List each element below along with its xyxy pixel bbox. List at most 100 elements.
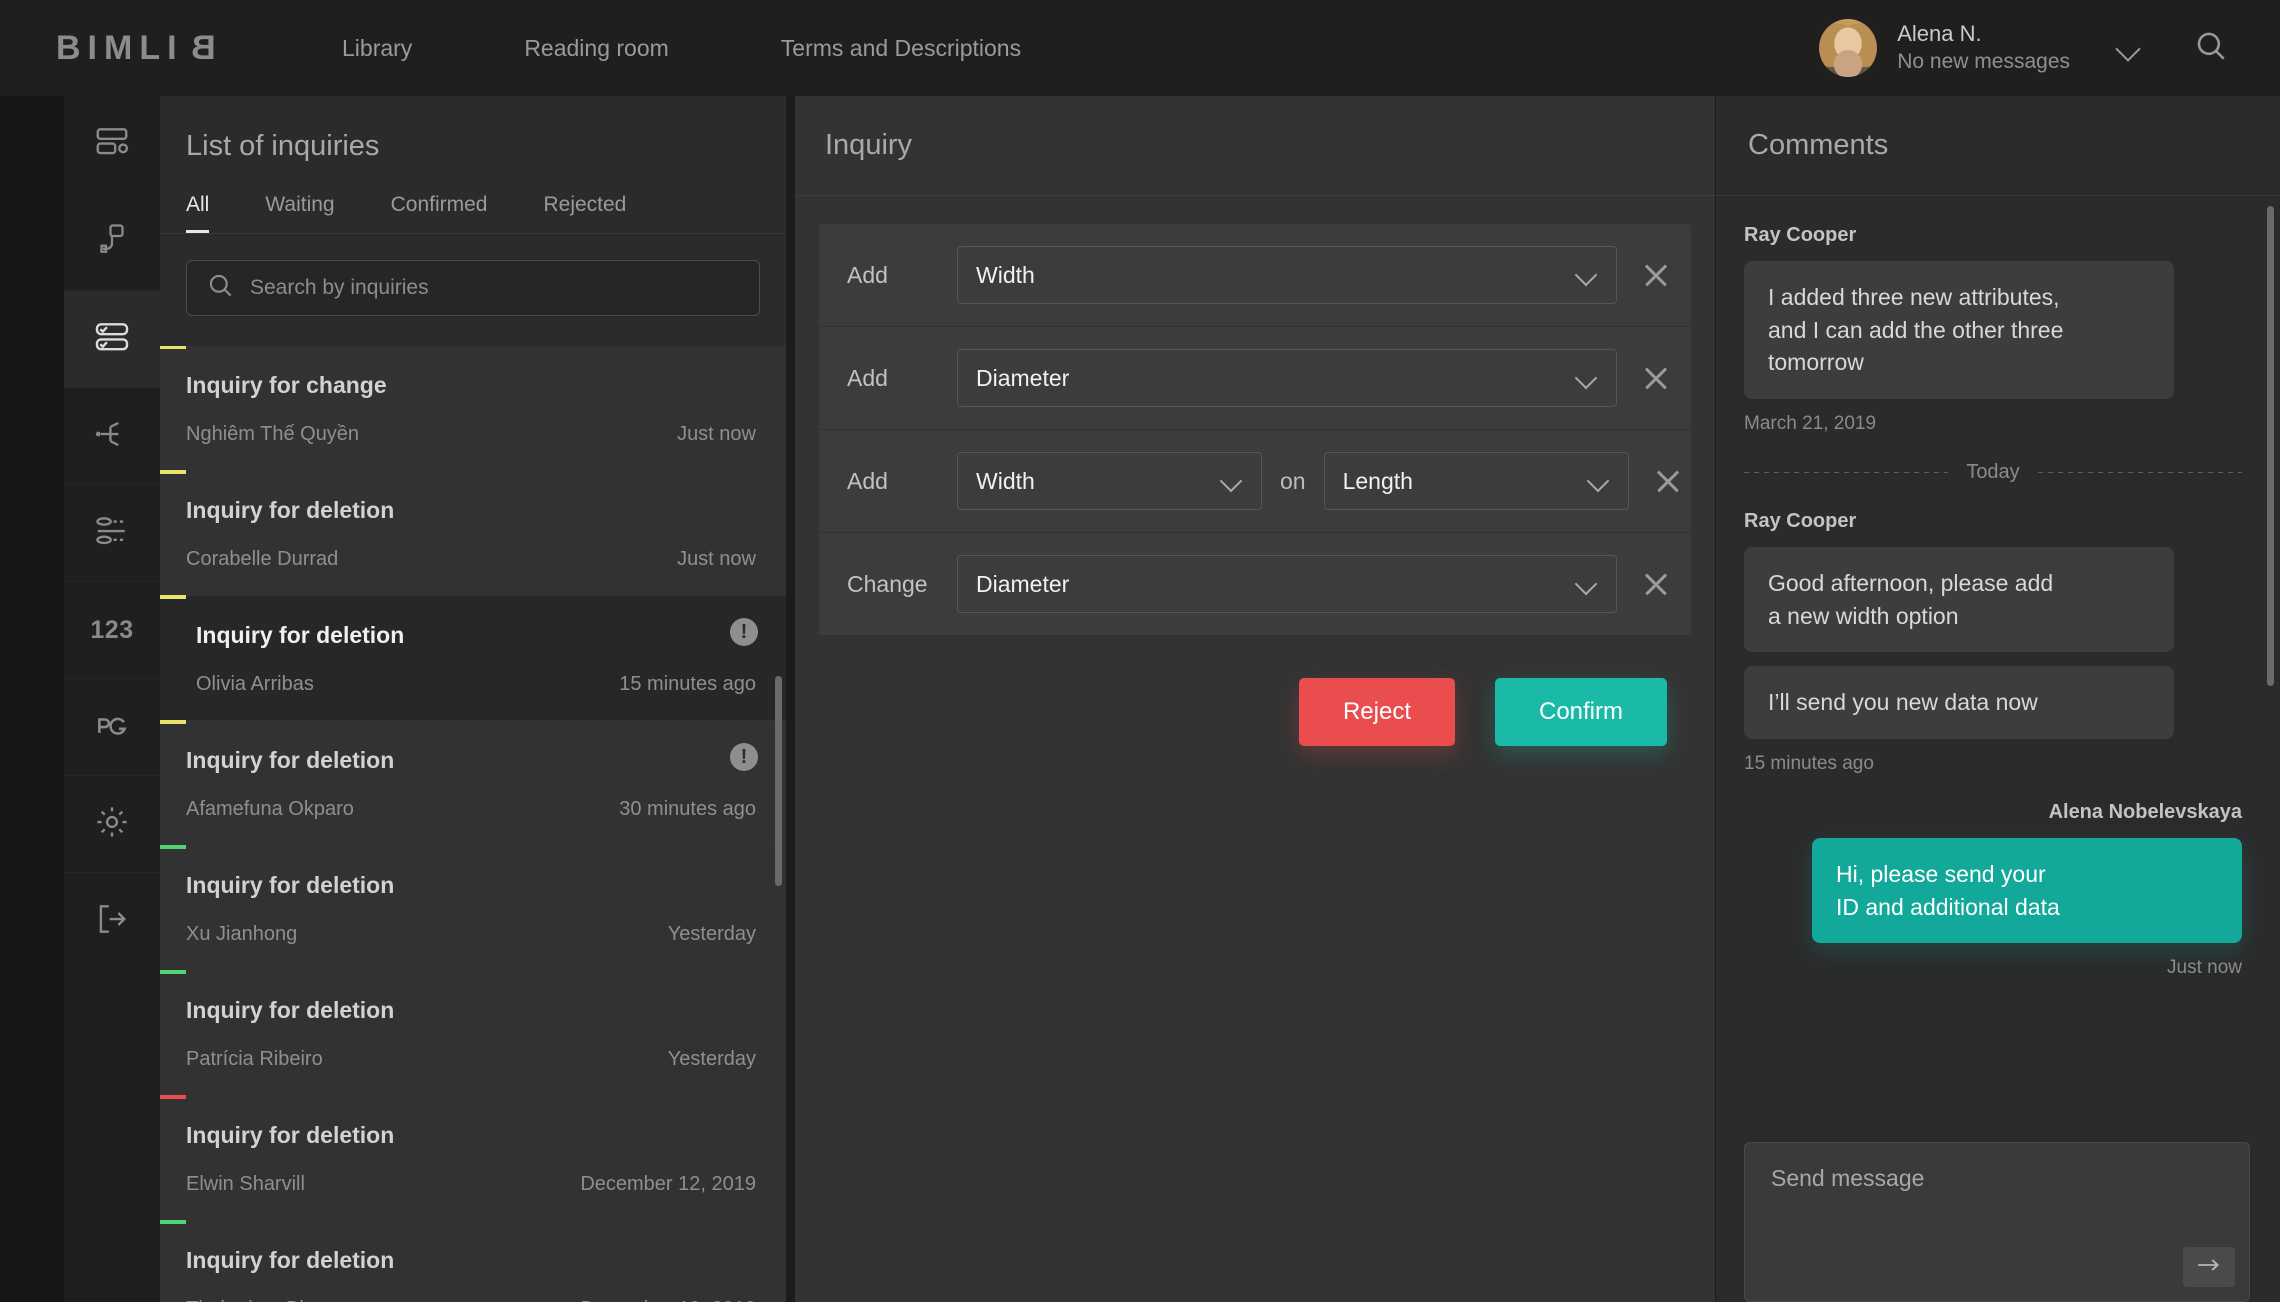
- comment-author: Alena Nobelevskaya: [2048, 800, 2242, 823]
- remove-rule-button[interactable]: [1651, 464, 1685, 498]
- sidebar-item-numbers[interactable]: 123: [64, 581, 160, 678]
- brand-icon: [94, 221, 130, 262]
- sidebar-item-settings[interactable]: [64, 775, 160, 872]
- inquiry-title: Inquiry for deletion: [186, 997, 395, 1023]
- inquiry-rule-row: Change Diameter: [819, 533, 1691, 636]
- user-status: No new messages: [1897, 49, 2070, 73]
- list-item[interactable]: ! Inquiry for deletion Afamefuna Okparo …: [160, 720, 786, 846]
- remove-rule-button[interactable]: [1639, 258, 1673, 292]
- comments-panel: Comments Ray Cooper I added three new at…: [1716, 96, 2280, 1302]
- avatar[interactable]: [1819, 19, 1878, 77]
- sidebar-item-logout[interactable]: [64, 872, 160, 969]
- rule-action-label: Add: [847, 467, 888, 494]
- header-right-cluster: Alena N. No new messages: [1819, 19, 2280, 77]
- inquiry-title: Inquiry for deletion: [186, 1122, 395, 1148]
- inquiry-time: Just now: [677, 548, 756, 570]
- list-item[interactable]: Inquiry for deletion Xu Jianhong Yesterd…: [160, 845, 786, 971]
- attribute-select[interactable]: Diameter: [957, 349, 1617, 407]
- chevron-down-icon[interactable]: [2116, 35, 2142, 61]
- comment-bubble: I added three new attributes, and I can …: [1744, 261, 2174, 399]
- inquiry-rule-row: Add Width on Length: [819, 430, 1691, 533]
- comments-thread[interactable]: Ray Cooper I added three new attributes,…: [1716, 196, 2280, 1142]
- search-placeholder: Search by inquiries: [250, 276, 429, 299]
- logout-icon: [93, 900, 131, 943]
- sidebar-item-list-settings[interactable]: [64, 484, 160, 581]
- inquiry-time: Just now: [677, 423, 756, 445]
- arrow-right-icon: [2196, 1255, 2222, 1280]
- gear-icon: [93, 803, 131, 846]
- inquiry-time: December 12, 2019: [580, 1298, 756, 1302]
- comments-header: Comments: [1716, 96, 2280, 196]
- attribute-select[interactable]: Width: [957, 246, 1617, 304]
- comment-author: Ray Cooper: [1744, 509, 1857, 532]
- list-tabs: All Waiting Confirmed Rejected: [186, 193, 760, 233]
- user-info[interactable]: Alena N. No new messages: [1897, 20, 2070, 75]
- rule-action-label: Change: [847, 570, 928, 597]
- attribute-select[interactable]: Width: [957, 452, 1262, 510]
- nav-item-reading-room[interactable]: Reading room: [468, 35, 724, 62]
- dashboard-icon: [93, 123, 131, 166]
- top-header: BIMLIB Library Reading room Terms and De…: [0, 0, 2280, 96]
- list-item[interactable]: Inquiry for change Nghiêm Thế Quyền Just…: [160, 346, 786, 471]
- inquiries-scroll-area[interactable]: Inquiry for change Nghiêm Thế Quyền Just…: [160, 346, 786, 1302]
- target-select[interactable]: Length: [1323, 452, 1629, 510]
- status-accent: [160, 970, 186, 974]
- inquiry-author: Elwin Sharvill: [186, 1173, 305, 1195]
- inquiry-time: 30 minutes ago: [619, 798, 756, 820]
- remove-rule-button[interactable]: [1639, 567, 1673, 601]
- sidebar-item-hierarchy[interactable]: [64, 387, 160, 484]
- tab-rejected[interactable]: Rejected: [543, 193, 626, 233]
- sidebar-item-brand[interactable]: [64, 193, 160, 290]
- list-item[interactable]: Inquiry for deletion Patrícia Ribeiro Ye…: [160, 970, 786, 1096]
- tab-all[interactable]: All: [186, 193, 210, 233]
- inquiry-actions: Reject Confirm: [795, 636, 1715, 746]
- send-message-button[interactable]: [2183, 1247, 2235, 1287]
- app-logo[interactable]: BIMLIB: [56, 29, 246, 68]
- comment-time: March 21, 2019: [1744, 412, 1877, 434]
- search-icon: [207, 272, 234, 304]
- search-area: Search by inquiries: [160, 234, 786, 346]
- inquiry-rules: Add Width Add Diameter Add Width on Leng…: [795, 196, 1715, 636]
- message-input[interactable]: Send message: [1744, 1142, 2250, 1302]
- status-accent: [160, 595, 186, 599]
- checklist-icon: [93, 318, 131, 361]
- list-settings-icon: [93, 512, 131, 555]
- tab-confirmed[interactable]: Confirmed: [391, 193, 488, 233]
- list-item[interactable]: Inquiry for deletion Corabelle Durrad Ju…: [160, 470, 786, 596]
- confirm-button[interactable]: Confirm: [1494, 678, 1667, 746]
- attribute-select-value: Width: [976, 467, 1035, 494]
- reject-button[interactable]: Reject: [1298, 678, 1455, 746]
- search-input[interactable]: Search by inquiries: [186, 260, 760, 316]
- nav-item-library[interactable]: Library: [286, 35, 468, 62]
- inquiry-title: Inquiry for deletion: [186, 872, 395, 898]
- status-accent: [160, 346, 186, 349]
- tab-waiting[interactable]: Waiting: [265, 193, 334, 233]
- list-scrollbar[interactable]: [775, 676, 782, 886]
- sidebar-item-currency[interactable]: [64, 678, 160, 775]
- comment-bubble-outgoing: Hi, please send your ID and additional d…: [1812, 837, 2242, 944]
- list-item[interactable]: Inquiry for deletion Thakurjeet Bharwana…: [160, 1220, 786, 1302]
- page-title: List of inquiries: [186, 130, 380, 162]
- inquiry-title: Inquiry for deletion: [186, 747, 395, 773]
- sidebar-item-dashboard[interactable]: [64, 96, 160, 193]
- alert-icon: !: [730, 743, 758, 771]
- divider-line-left: [1744, 471, 1949, 473]
- inquiry-author: Xu Jianhong: [186, 923, 298, 945]
- nav-item-terms-and-descriptions[interactable]: Terms and Descriptions: [725, 35, 1077, 62]
- logo-text-main: BIMLIB: [56, 28, 216, 67]
- comments-scrollbar[interactable]: [2267, 206, 2274, 686]
- list-item[interactable]: ! Inquiry for deletion Olivia Arribas 15…: [160, 595, 786, 721]
- divider-line-right: [2037, 471, 2242, 473]
- message-placeholder: Send message: [1771, 1165, 1925, 1191]
- inquiry-author: Nghiêm Thế Quyền: [186, 423, 360, 445]
- chevron-down-icon: [1221, 470, 1243, 492]
- list-item[interactable]: Inquiry for deletion Elwin Sharvill Dece…: [160, 1095, 786, 1221]
- attribute-select[interactable]: Diameter: [957, 555, 1617, 613]
- sidebar-item-inquiries[interactable]: [64, 290, 160, 387]
- remove-rule-button[interactable]: [1639, 361, 1673, 395]
- inquiry-author: Olivia Arribas: [196, 673, 314, 695]
- search-icon[interactable]: [2194, 29, 2228, 68]
- rule-on-label: on: [1280, 467, 1306, 494]
- currency-icon: [93, 706, 131, 749]
- inquiry-rule-row: Add Width: [819, 224, 1691, 327]
